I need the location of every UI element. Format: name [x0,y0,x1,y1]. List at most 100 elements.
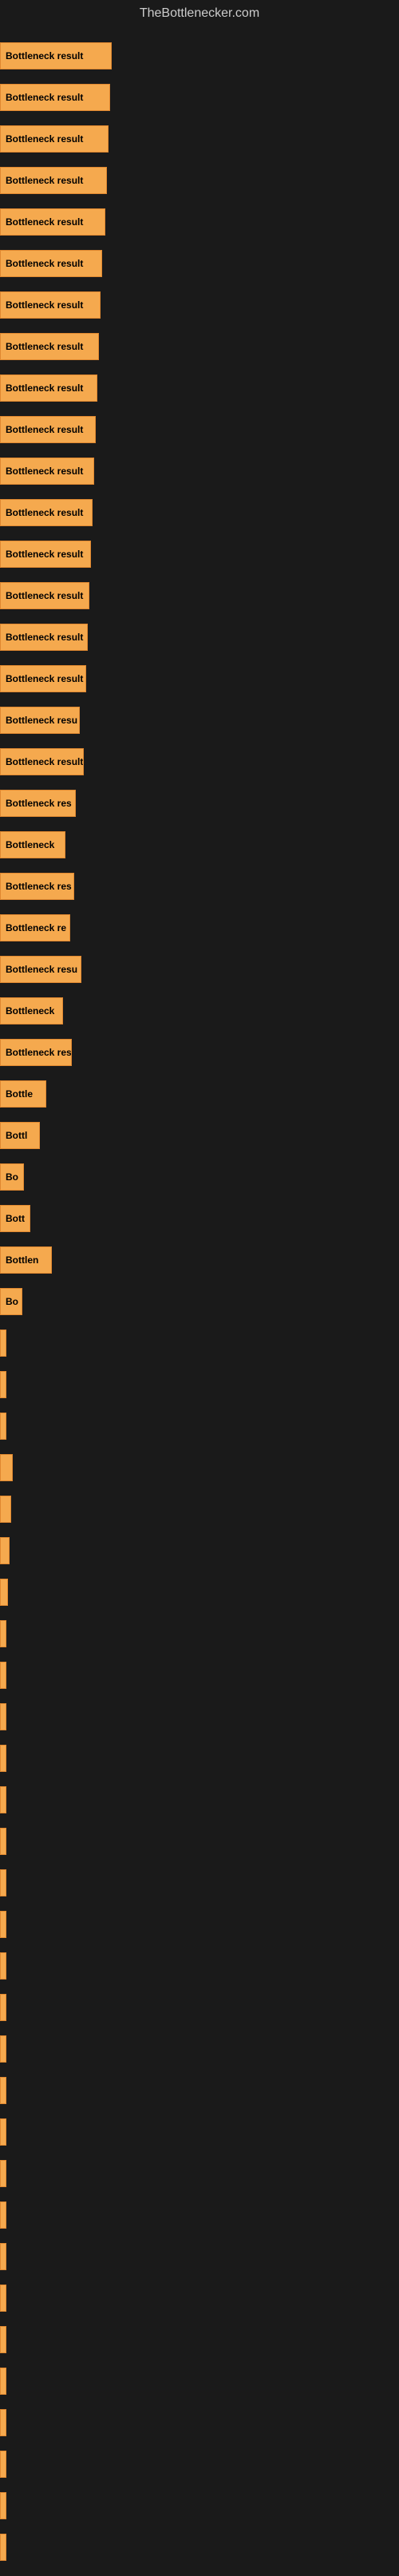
bar-label: Bottleneck res [6,798,72,809]
bar[interactable]: Bottlen [0,1246,52,1274]
bar[interactable] [0,1952,6,1980]
bar-row: Bottleneck result [0,533,399,575]
bar[interactable]: Bottleneck result [0,125,109,153]
bar[interactable]: Bottleneck re [0,914,70,941]
bar-row [0,2194,399,2236]
bar-label: Bottleneck re [6,922,66,933]
bar-row: Bo [0,1156,399,1198]
bar[interactable]: | [0,1330,6,1357]
bar[interactable] [0,2160,6,2187]
bar[interactable] [0,1703,6,1730]
bar-row [0,1613,399,1655]
bar-row [0,2485,399,2526]
bar[interactable]: Bottle [0,1080,46,1108]
bar[interactable]: Bottleneck result [0,541,91,568]
bar[interactable] [0,1371,6,1398]
bar[interactable]: Bottleneck result [0,748,84,775]
bar[interactable]: Bottleneck result [0,582,89,609]
bar-row [0,2277,399,2319]
bar[interactable] [0,2451,6,2478]
bar[interactable] [0,1496,11,1523]
bar[interactable]: Bottleneck resu [0,707,80,734]
bar-row [0,2526,399,2568]
bar-row [0,2111,399,2153]
bar[interactable]: Bottleneck result [0,333,99,360]
bar-label: Bottleneck result [6,341,83,352]
bar[interactable]: Bottleneck result [0,84,110,111]
bar[interactable]: Bott [0,1205,30,1232]
bar[interactable]: Bottl [0,1122,40,1149]
bar-row [0,2070,399,2111]
bar[interactable] [0,1620,6,1647]
bar[interactable]: Bottleneck result [0,291,101,319]
bar[interactable]: Bottleneck res [0,1039,72,1066]
bar-label: Bottleneck result [6,175,83,186]
bar[interactable]: Bottleneck result [0,416,96,443]
bar[interactable] [0,1454,13,1481]
bar[interactable] [0,2492,6,2519]
bar[interactable]: Bottleneck [0,831,65,858]
bar[interactable] [0,1911,6,1938]
bar[interactable]: Bottleneck result [0,624,88,651]
bar-label: Bo [6,1171,18,1183]
bar[interactable]: Bottleneck [0,997,63,1024]
bar[interactable]: Bottleneck result [0,665,86,692]
bar[interactable] [0,2118,6,2146]
bar-label: Bottl [6,1130,27,1141]
bar[interactable]: Bottleneck res [0,873,74,900]
bar-row [0,1987,399,2028]
bar[interactable] [0,1579,8,1606]
bar-label: Bottleneck resu [6,715,77,726]
bar-label: Bottleneck resu [6,964,77,975]
bar-label: Bottleneck result [6,673,83,684]
bar[interactable]: Bottleneck result [0,250,102,277]
bar-label: Bottleneck result [6,382,83,394]
bar[interactable]: | [0,1413,6,1440]
bar-row: Bottleneck [0,824,399,866]
bar[interactable] [0,2409,6,2436]
bar[interactable]: Bottleneck result [0,375,97,402]
bar[interactable] [0,2243,6,2270]
bar-row: Bottleneck result [0,367,399,409]
bar[interactable] [0,2201,6,2229]
bar-label: Bottlen [6,1254,38,1266]
bar[interactable] [0,2077,6,2104]
bar[interactable] [0,2285,6,2312]
bar[interactable] [0,1869,6,1896]
bar-label: Bottleneck [6,839,54,850]
bar-row [0,1945,399,1987]
bar-label: Bott [6,1213,25,1224]
bar-row: Bottleneck result [0,616,399,658]
bar[interactable]: Bottleneck result [0,499,93,526]
bar[interactable] [0,2035,6,2063]
bar-label: Bottleneck res [6,881,72,892]
bar-row: Bottleneck result [0,243,399,284]
bar[interactable]: Bottleneck resu [0,956,81,983]
bar-row: Bottl [0,1115,399,1156]
bar[interactable]: Bo [0,1163,24,1191]
bar-row [0,2402,399,2443]
bar-label: Bottleneck result [6,590,83,601]
bar[interactable] [0,1537,10,1564]
bar-row: Bottleneck result [0,201,399,243]
bar-row [0,1904,399,1945]
bar-row [0,1779,399,1821]
bar[interactable] [0,1662,6,1689]
bar-label: Bottleneck result [6,424,83,435]
bar[interactable] [0,2534,6,2561]
bar-row [0,2153,399,2194]
bar[interactable]: Bottleneck result [0,167,107,194]
bar[interactable] [0,1994,6,2021]
bar[interactable] [0,1828,6,1855]
bar[interactable] [0,2368,6,2395]
bar[interactable]: Bottleneck result [0,42,112,69]
bar[interactable] [0,1786,6,1813]
bar[interactable] [0,2326,6,2353]
bar[interactable]: Bottleneck result [0,208,105,236]
bar[interactable]: Bo [0,1288,22,1315]
bar[interactable]: Bottleneck result [0,458,94,485]
bar[interactable]: Bottleneck res [0,790,76,817]
bar-row: Bottleneck result [0,450,399,492]
bar-row: Bottleneck result [0,118,399,160]
bar[interactable] [0,1745,6,1772]
